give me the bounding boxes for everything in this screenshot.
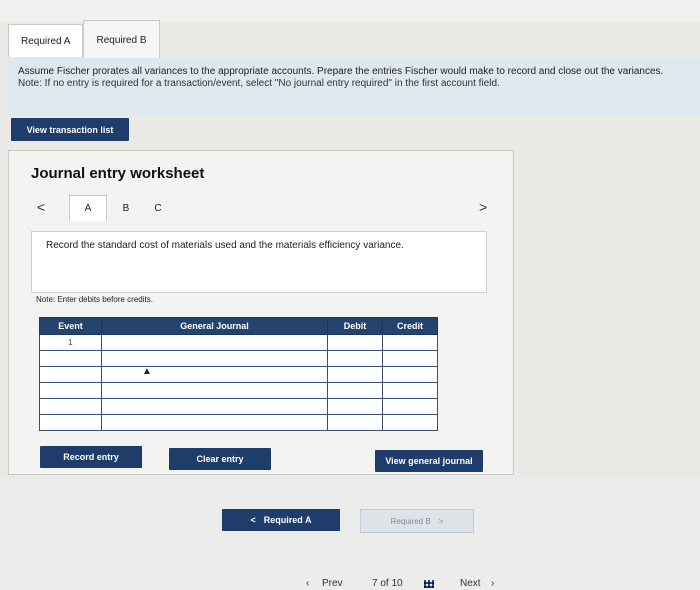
debit-field[interactable]: [327, 334, 383, 351]
account-field[interactable]: [101, 382, 328, 399]
mouse-pointer-icon: ▲: [142, 366, 152, 377]
instructions-text: Assume Fischer prorates all variances to…: [18, 66, 664, 77]
tab-required-a[interactable]: Required A: [8, 24, 84, 57]
debit-field[interactable]: [327, 382, 383, 399]
pager-next-chevron-icon[interactable]: ›: [491, 578, 494, 589]
worksheet-title: Journal entry worksheet: [31, 165, 205, 182]
debit-field[interactable]: [327, 398, 383, 415]
table-row: [39, 382, 438, 399]
debit-field[interactable]: [327, 350, 383, 367]
entry-description: Record the standard cost of materials us…: [31, 231, 487, 293]
required-b-nav-button[interactable]: Required B >: [360, 509, 474, 533]
table-row: 1: [39, 334, 438, 351]
worksheet-tab-b[interactable]: B: [111, 195, 141, 221]
worksheet-tabs: A B C: [31, 195, 501, 221]
credit-field[interactable]: [382, 382, 438, 399]
pager-position: 7 of 10: [372, 578, 403, 589]
worksheet-next-chevron-icon[interactable]: >: [479, 199, 487, 215]
top-strip: [0, 0, 700, 22]
column-header-credit: Credit: [382, 317, 438, 335]
credit-field[interactable]: [382, 366, 438, 383]
bottom-area: [0, 478, 700, 590]
clear-entry-button[interactable]: Clear entry: [169, 448, 271, 470]
required-b-nav-label: Required B: [390, 516, 431, 526]
table-row: [39, 398, 438, 415]
instructions-panel: Assume Fischer prorates all variances to…: [8, 58, 700, 116]
account-field[interactable]: [101, 398, 328, 415]
tab-required-b[interactable]: Required B: [83, 20, 160, 59]
account-field[interactable]: [101, 350, 328, 367]
view-general-journal-button[interactable]: View general journal: [375, 450, 483, 472]
journal-entry-worksheet: Journal entry worksheet < A B C > Record…: [8, 150, 514, 475]
credit-field[interactable]: [382, 334, 438, 351]
credit-field[interactable]: [382, 350, 438, 367]
chevron-right-icon: >: [438, 516, 444, 526]
worksheet-tab-c[interactable]: C: [143, 195, 173, 221]
column-header-general-journal: General Journal: [101, 317, 328, 335]
account-field[interactable]: [101, 334, 328, 351]
event-cell: 1: [39, 334, 102, 351]
debit-field[interactable]: [327, 414, 383, 431]
column-header-debit: Debit: [327, 317, 383, 335]
worksheet-tab-a[interactable]: A: [69, 195, 107, 221]
credit-field[interactable]: [382, 414, 438, 431]
pager-next[interactable]: Next: [460, 578, 481, 589]
table-row: [39, 350, 438, 367]
required-a-nav-label: Required A: [263, 515, 312, 525]
event-cell: [39, 350, 102, 367]
pager-prev-chevron-icon[interactable]: ‹: [306, 578, 309, 589]
required-tabs: Required A Required B: [8, 20, 160, 59]
event-cell: [39, 398, 102, 415]
debits-credits-note: Note: Enter debits before credits.: [36, 295, 153, 304]
account-field[interactable]: [101, 414, 328, 431]
view-transaction-list-button[interactable]: View transaction list: [11, 118, 129, 141]
required-a-nav-button[interactable]: < Required A: [222, 509, 340, 531]
table-row: [39, 414, 438, 431]
event-cell: [39, 414, 102, 431]
table-row: [39, 366, 438, 383]
chevron-left-icon: <: [250, 515, 256, 525]
column-header-event: Event: [39, 317, 102, 335]
event-cell: [39, 382, 102, 399]
instructions-note: Note: If no entry is required for a tran…: [18, 78, 500, 89]
question-pager: ‹ Prev 7 of 10 Next ›: [300, 578, 520, 590]
record-entry-button[interactable]: Record entry: [40, 446, 142, 468]
account-field[interactable]: [101, 366, 328, 383]
event-cell: [39, 366, 102, 383]
pager-prev[interactable]: Prev: [322, 578, 343, 589]
grid-icon[interactable]: [424, 580, 434, 588]
journal-grid: Event General Journal Debit Credit 1: [39, 317, 438, 431]
credit-field[interactable]: [382, 398, 438, 415]
debit-field[interactable]: [327, 366, 383, 383]
